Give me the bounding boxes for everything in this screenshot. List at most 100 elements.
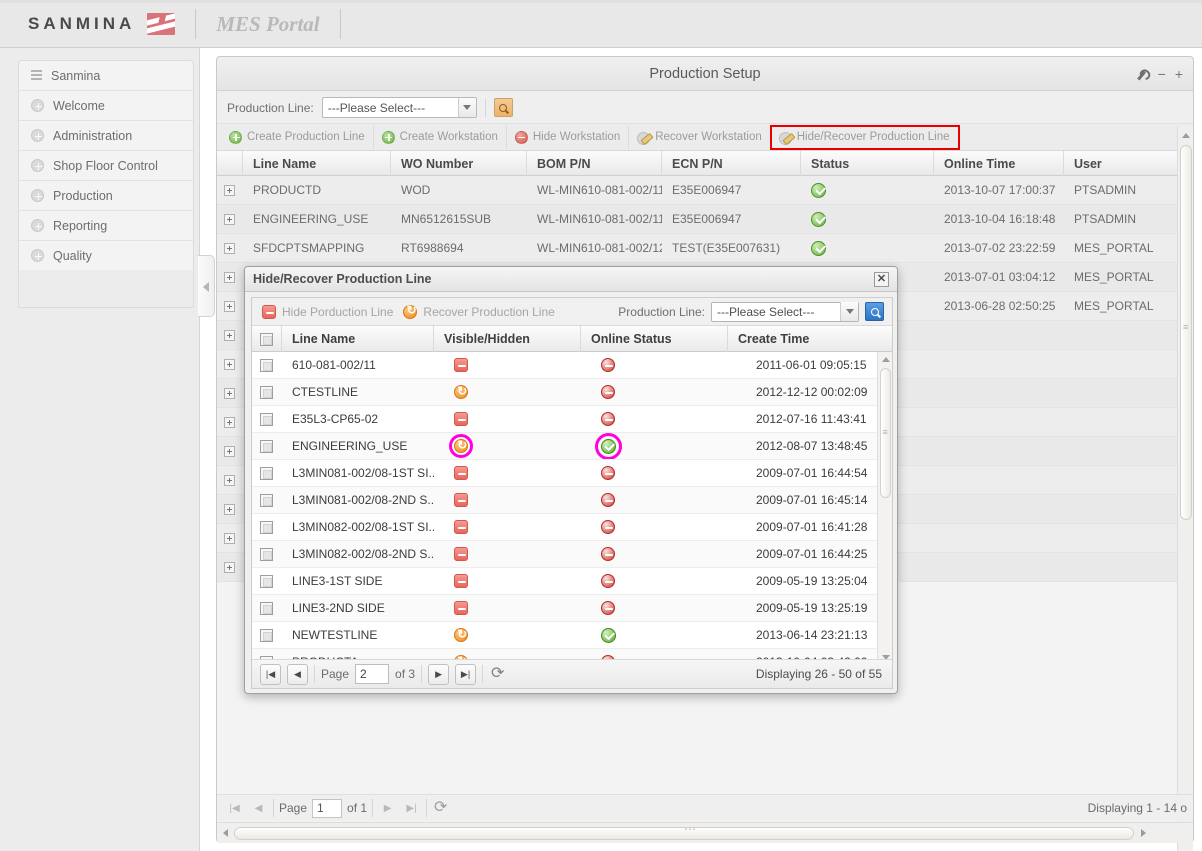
- recover-workstation-button[interactable]: Recover Workstation: [629, 125, 771, 149]
- table-row[interactable]: L3MIN081-002/08-1ST SI... 2009-07-01 16:4…: [252, 460, 892, 487]
- expand-plus-icon[interactable]: [224, 387, 235, 399]
- row-checkbox[interactable]: [260, 574, 273, 588]
- row-checkbox[interactable]: [260, 439, 273, 453]
- table-row[interactable]: L3MIN082-002/08-2ND S... 2009-07-01 16:44…: [252, 541, 892, 568]
- hidden-red-minus-icon[interactable]: [454, 547, 468, 561]
- hide-workstation-button[interactable]: Hide Workstation: [507, 125, 630, 149]
- expand-plus-icon[interactable]: [224, 184, 235, 196]
- select-all-checkbox[interactable]: [260, 332, 273, 346]
- hidden-red-minus-icon[interactable]: [454, 601, 468, 615]
- create-production-line-button[interactable]: Create Production Line: [221, 125, 374, 149]
- expand-plus-icon[interactable]: [224, 561, 235, 573]
- expand-plus-icon[interactable]: [224, 416, 235, 428]
- page-input[interactable]: [312, 798, 343, 818]
- create-workstation-button[interactable]: Create Workstation: [374, 125, 507, 149]
- dialog-production-line-select[interactable]: ---Please Select---: [711, 301, 859, 322]
- table-row[interactable]: E35L3-CP65-02 2012-07-16 11:43:41: [252, 406, 892, 433]
- expand-plus-icon[interactable]: [224, 445, 235, 457]
- table-row[interactable]: PRODUCTD WOD WL-MIN610-081-002/11 E35E00694…: [217, 176, 1193, 205]
- column-header-bom-pn[interactable]: BOM P/N: [527, 151, 662, 176]
- table-row[interactable]: LINE3-1ST SIDE 2009-05-19 13:25:04: [252, 568, 892, 595]
- hide-production-line-button[interactable]: Hide Porduction Line: [262, 304, 393, 319]
- search-button[interactable]: [493, 98, 513, 117]
- scroll-up-arrow-icon[interactable]: [878, 352, 892, 366]
- hidden-red-minus-icon[interactable]: [454, 493, 468, 507]
- first-page-button[interactable]: |◀: [260, 663, 281, 685]
- row-checkbox[interactable]: [260, 547, 273, 561]
- main-vertical-scrollbar[interactable]: [1177, 127, 1193, 851]
- row-checkbox[interactable]: [260, 358, 273, 372]
- row-checkbox[interactable]: [260, 601, 273, 615]
- close-icon[interactable]: ✕: [874, 271, 889, 287]
- table-row[interactable]: ENGINEERING_USE MN6512615SUB WL-MIN610-081…: [217, 205, 1193, 234]
- column-header-create-time[interactable]: Create Time: [728, 326, 877, 352]
- wrench-icon[interactable]: [1133, 65, 1151, 83]
- sidebar-item-shop-floor-control[interactable]: Shop Floor Control: [19, 151, 193, 181]
- column-header-line-name[interactable]: Line Name: [243, 151, 391, 176]
- expand-plus-icon[interactable]: [224, 271, 235, 283]
- hidden-red-minus-icon[interactable]: [454, 574, 468, 588]
- scrollbar-thumb[interactable]: [1180, 145, 1192, 520]
- production-line-select[interactable]: ---Please Select---: [321, 97, 477, 118]
- sidebar-item-sanmina[interactable]: Sanmina: [19, 61, 193, 91]
- hidden-red-minus-icon[interactable]: [454, 466, 468, 480]
- hide-recover-production-line-button[interactable]: Hide/Recover Production Line: [769, 124, 960, 150]
- row-checkbox[interactable]: [260, 466, 273, 480]
- expand-plus-icon[interactable]: [224, 503, 235, 515]
- column-header-line-name[interactable]: Line Name: [282, 326, 434, 352]
- sidebar-item-quality[interactable]: Quality: [19, 241, 193, 271]
- scroll-up-arrow-icon[interactable]: [1178, 127, 1194, 143]
- prev-page-button[interactable]: ◀: [287, 663, 308, 685]
- refresh-icon[interactable]: [489, 663, 508, 684]
- table-row[interactable]: 610-081-002/11 2011-06-01 09:05:15: [252, 352, 892, 379]
- maximize-icon[interactable]: +: [1175, 67, 1183, 81]
- dialog-vertical-scrollbar[interactable]: [877, 352, 892, 664]
- scroll-right-arrow-icon[interactable]: [1135, 824, 1151, 843]
- column-header-ecn-pn[interactable]: ECN P/N: [662, 151, 801, 176]
- column-header-user[interactable]: User: [1064, 151, 1177, 176]
- hscrollbar-thumb[interactable]: [234, 822, 1134, 840]
- hidden-red-minus-icon[interactable]: [454, 520, 468, 534]
- column-header-online-status[interactable]: Online Status: [581, 326, 728, 352]
- expand-plus-icon[interactable]: [224, 213, 235, 225]
- row-checkbox[interactable]: [260, 628, 273, 642]
- sidebar-item-welcome[interactable]: Welcome: [19, 91, 193, 121]
- minimize-icon[interactable]: −: [1158, 67, 1166, 81]
- visible-orange-refresh-icon[interactable]: [449, 434, 473, 458]
- hidden-red-minus-icon[interactable]: [454, 412, 468, 426]
- sidebar-item-reporting[interactable]: Reporting: [19, 211, 193, 241]
- column-header-visible-hidden[interactable]: Visible/Hidden: [434, 326, 581, 352]
- expand-plus-icon[interactable]: [224, 242, 235, 254]
- last-page-button[interactable]: ▶|: [455, 663, 477, 685]
- expand-plus-icon[interactable]: [224, 474, 235, 486]
- sidebar-item-production[interactable]: Production: [19, 181, 193, 211]
- expand-plus-icon[interactable]: [224, 532, 235, 544]
- visible-orange-refresh-icon[interactable]: [454, 627, 468, 642]
- sidebar-collapse-handle[interactable]: [198, 255, 215, 317]
- page-input[interactable]: [355, 664, 390, 684]
- last-page-button[interactable]: ▶|: [402, 799, 421, 818]
- row-checkbox[interactable]: [260, 520, 273, 534]
- expand-plus-icon[interactable]: [224, 300, 235, 312]
- refresh-icon[interactable]: [432, 797, 451, 818]
- column-header-wo-number[interactable]: WO Number: [391, 151, 527, 176]
- sidebar-item-administration[interactable]: Administration: [19, 121, 193, 151]
- dialog-search-button[interactable]: [865, 302, 884, 321]
- scroll-left-arrow-icon[interactable]: [217, 824, 233, 843]
- table-row[interactable]: L3MIN082-002/08-1ST SI... 2009-07-01 16:4…: [252, 514, 892, 541]
- table-row[interactable]: CTESTLINE 2012-12-12 00:02:09: [252, 379, 892, 406]
- column-header-status[interactable]: Status: [801, 151, 934, 176]
- prev-page-button[interactable]: ◀: [249, 799, 268, 818]
- expand-plus-icon[interactable]: [224, 329, 235, 341]
- visible-orange-refresh-icon[interactable]: [454, 384, 468, 399]
- expand-plus-icon[interactable]: [224, 358, 235, 370]
- next-page-button[interactable]: ▶: [428, 663, 450, 685]
- next-page-button[interactable]: ▶: [378, 799, 397, 818]
- main-horizontal-scrollbar[interactable]: [217, 822, 1193, 843]
- row-checkbox[interactable]: [260, 385, 273, 399]
- row-checkbox[interactable]: [260, 493, 273, 507]
- scrollbar-thumb[interactable]: [880, 368, 891, 498]
- table-row[interactable]: SFDCPTSMAPPING RT6988694 WL-MIN610-081-002…: [217, 234, 1193, 263]
- table-row[interactable]: NEWTESTLINE 2013-06-14 23:21:13: [252, 622, 892, 649]
- table-row[interactable]: L3MIN081-002/08-2ND S... 2009-07-01 16:45…: [252, 487, 892, 514]
